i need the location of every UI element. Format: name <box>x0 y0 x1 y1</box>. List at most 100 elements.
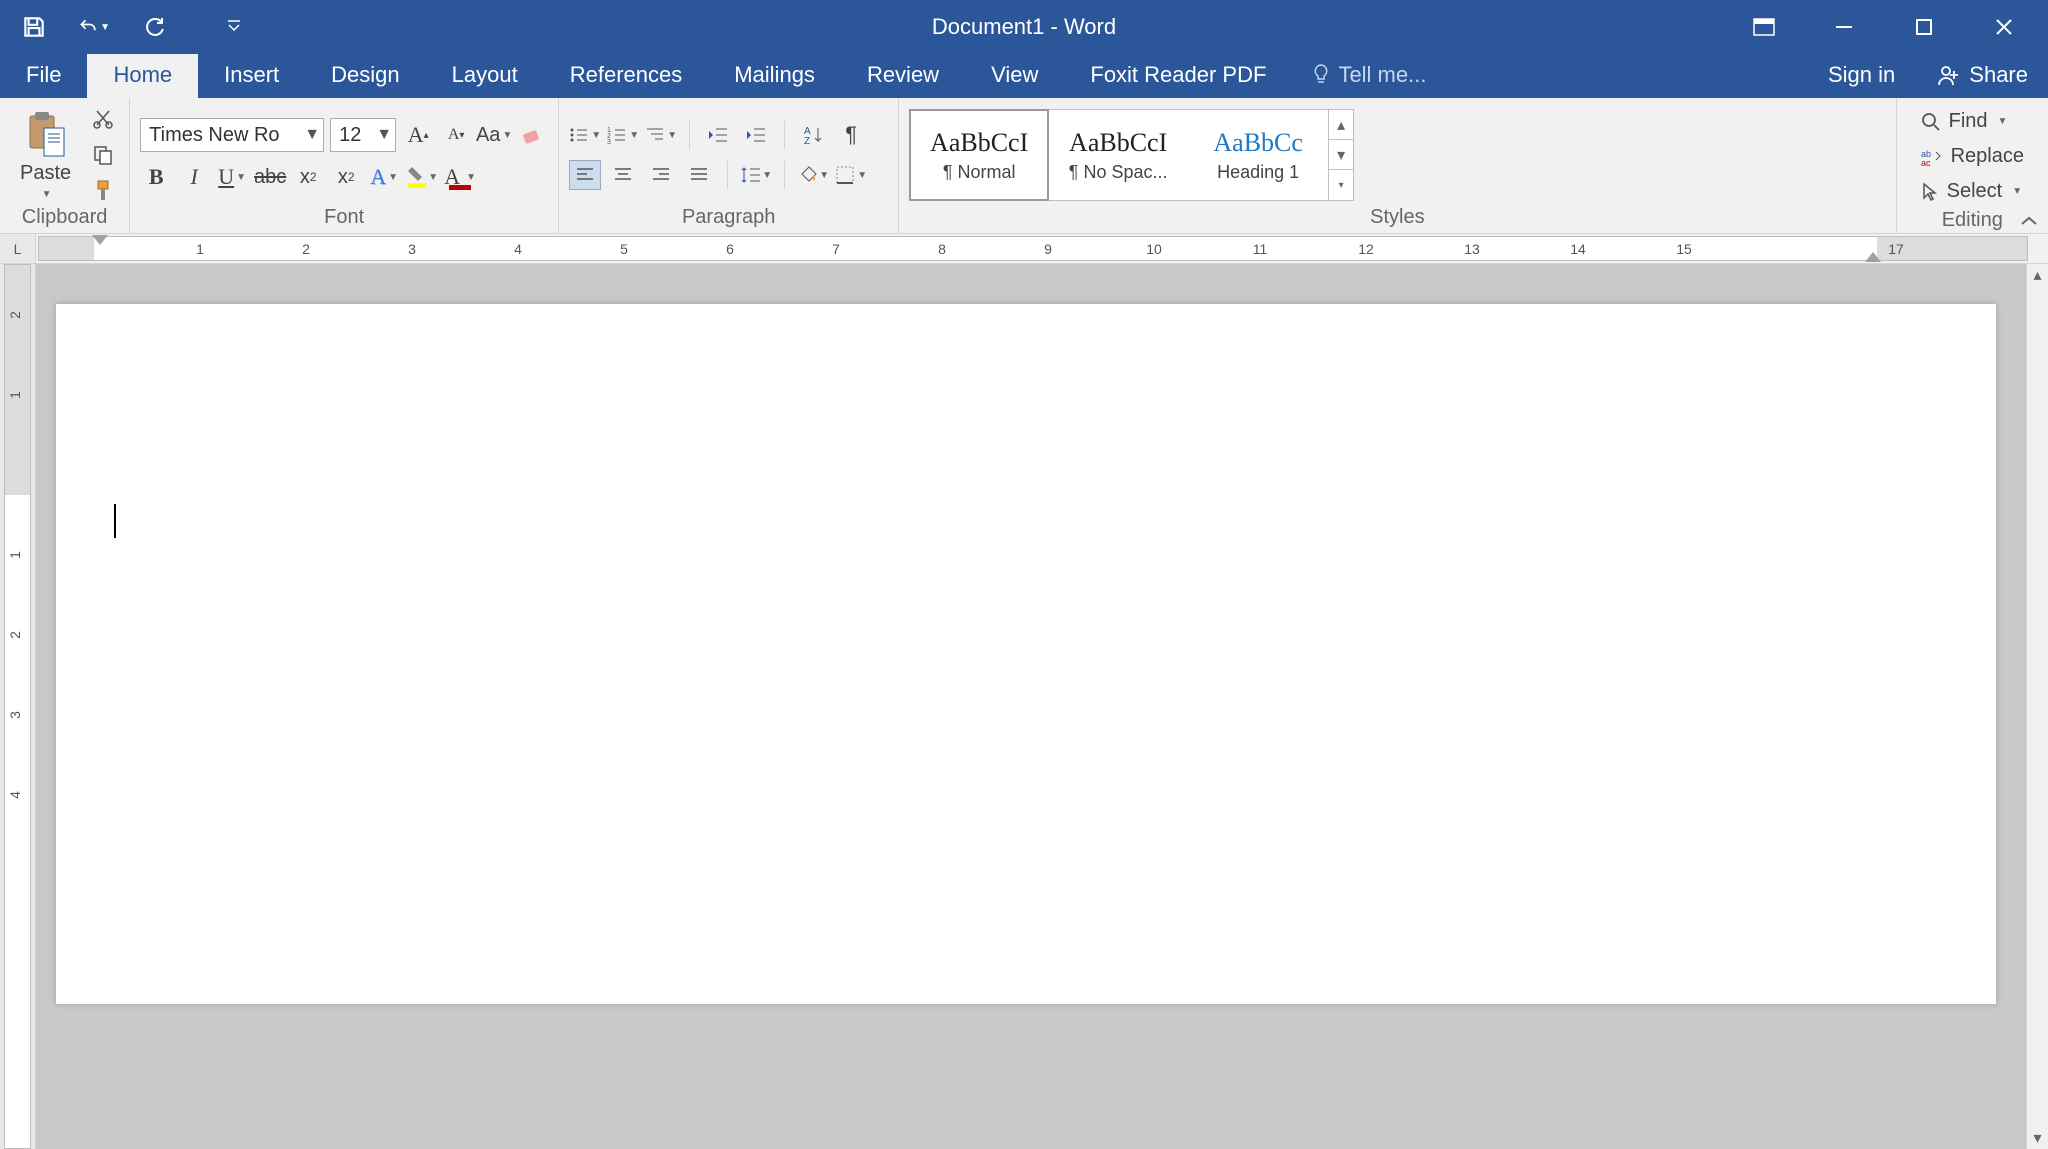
cursor-icon <box>1921 182 1939 202</box>
font-size-arrow[interactable]: ▼ <box>373 126 395 144</box>
change-case-button[interactable]: Aa▼ <box>478 120 510 150</box>
bullets-button[interactable]: ▼ <box>569 120 601 150</box>
bullets-icon <box>569 126 589 144</box>
font-size-combo[interactable]: ▼ <box>330 118 396 152</box>
scroll-up-button[interactable]: ▴ <box>2027 264 2048 286</box>
paste-button[interactable]: Paste ▼ <box>10 106 81 204</box>
find-label: Find <box>1949 110 1988 133</box>
subscript-button[interactable]: x2 <box>292 162 324 192</box>
color-bar-icon <box>449 185 471 191</box>
sort-button[interactable]: AZ <box>797 120 829 150</box>
style-heading-1[interactable]: AaBbCc Heading 1 <box>1188 110 1328 200</box>
styles-gallery: AaBbCcI ¶ Normal AaBbCcI ¶ No Spac... Aa… <box>909 109 1354 201</box>
text-effects-button[interactable]: A▼ <box>368 162 400 192</box>
outdent-icon <box>707 126 729 144</box>
shading-button[interactable]: ▼ <box>797 160 829 190</box>
minimize-button[interactable] <box>1828 11 1860 43</box>
sign-in-button[interactable]: Sign in <box>1806 52 1917 98</box>
horizontal-ruler[interactable]: 12345678910111213141517 <box>38 236 2028 261</box>
tab-mailings[interactable]: Mailings <box>708 52 841 98</box>
align-right-button[interactable] <box>645 160 677 190</box>
replace-button[interactable]: abac Replace <box>1915 143 2030 170</box>
save-button[interactable] <box>18 11 50 43</box>
font-name-arrow[interactable]: ▼ <box>301 126 323 144</box>
multilevel-icon <box>645 126 665 144</box>
tab-view[interactable]: View <box>965 52 1064 98</box>
vertical-scrollbar[interactable]: ▴ ▾ <box>2026 264 2048 1149</box>
tab-foxit[interactable]: Foxit Reader PDF <box>1064 52 1292 98</box>
first-line-indent-marker[interactable] <box>92 235 108 245</box>
tab-home[interactable]: Home <box>87 52 198 98</box>
tab-insert[interactable]: Insert <box>198 52 305 98</box>
decrease-indent-button[interactable] <box>702 120 734 150</box>
close-button[interactable] <box>1988 11 2020 43</box>
increase-indent-button[interactable] <box>740 120 772 150</box>
brush-icon <box>92 179 114 203</box>
font-name-input[interactable] <box>141 124 301 147</box>
show-marks-button[interactable]: ¶ <box>835 120 867 150</box>
paste-label: Paste <box>20 162 71 185</box>
qat-customize-button[interactable] <box>218 11 250 43</box>
font-size-input[interactable] <box>331 124 373 147</box>
font-name-combo[interactable]: ▼ <box>140 118 324 152</box>
select-button[interactable]: Select ▼ <box>1915 178 2030 205</box>
numbering-button[interactable]: 123▼ <box>607 120 639 150</box>
copy-button[interactable] <box>87 140 119 170</box>
underline-button[interactable]: U▼ <box>216 162 248 192</box>
scroll-down-button[interactable]: ▾ <box>2027 1127 2048 1149</box>
superscript-button[interactable]: x2 <box>330 162 362 192</box>
style-name: ¶ Normal <box>943 162 1016 183</box>
grow-font-button[interactable]: A▴ <box>402 120 434 150</box>
format-painter-button[interactable] <box>87 176 119 206</box>
document-page[interactable] <box>56 304 1996 1004</box>
tab-references[interactable]: References <box>544 52 709 98</box>
find-button[interactable]: Find ▼ <box>1915 108 2030 135</box>
maximize-button[interactable] <box>1908 11 1940 43</box>
style-name: Heading 1 <box>1217 162 1299 183</box>
style-no-spacing[interactable]: AaBbCcI ¶ No Spac... <box>1048 110 1188 200</box>
style-normal[interactable]: AaBbCcI ¶ Normal <box>909 109 1049 201</box>
horizontal-ruler-area: L 12345678910111213141517 <box>0 234 2048 264</box>
repeat-button[interactable] <box>138 11 170 43</box>
right-indent-marker[interactable] <box>1865 252 1881 262</box>
borders-button[interactable]: ▼ <box>835 160 867 190</box>
title-bar: ▼ Document1 - Word <box>0 0 2048 54</box>
cut-button[interactable] <box>87 104 119 134</box>
collapse-ribbon-button[interactable] <box>2020 215 2038 227</box>
replace-icon: abac <box>1921 148 1943 166</box>
borders-icon <box>835 165 855 185</box>
bold-button[interactable]: B <box>140 162 172 192</box>
align-center-button[interactable] <box>607 160 639 190</box>
tab-review[interactable]: Review <box>841 52 965 98</box>
document-area: 211234 ▴ ▾ <box>0 264 2048 1149</box>
group-label-font: Font <box>140 206 548 231</box>
tab-design[interactable]: Design <box>305 52 425 98</box>
gallery-scroll-up[interactable]: ▴ <box>1329 110 1353 140</box>
shrink-font-button[interactable]: A▾ <box>440 120 472 150</box>
document-scroll-viewport[interactable] <box>36 264 2026 1149</box>
tab-layout[interactable]: Layout <box>426 52 544 98</box>
clear-formatting-button[interactable] <box>516 120 548 150</box>
share-icon <box>1937 63 1961 87</box>
share-button[interactable]: Share <box>1917 52 2048 98</box>
vertical-ruler[interactable]: 211234 <box>0 264 36 1149</box>
font-color-button[interactable]: A▼ <box>444 162 476 192</box>
gallery-expand[interactable]: ▾ <box>1329 170 1353 200</box>
tab-selector[interactable]: L <box>0 234 36 263</box>
gallery-scroll-down[interactable]: ▾ <box>1329 140 1353 170</box>
undo-button[interactable]: ▼ <box>78 11 110 43</box>
multilevel-list-button[interactable]: ▼ <box>645 120 677 150</box>
italic-button[interactable]: I <box>178 162 210 192</box>
tell-me-search[interactable]: Tell me... <box>1292 52 1446 98</box>
svg-text:3: 3 <box>607 139 611 144</box>
close-icon <box>1994 17 2014 37</box>
align-left-button[interactable] <box>569 160 601 190</box>
minimize-icon <box>1834 17 1854 37</box>
strikethrough-button[interactable]: abc <box>254 162 286 192</box>
file-tab[interactable]: File <box>0 52 87 98</box>
line-spacing-button[interactable]: ▼ <box>740 160 772 190</box>
justify-button[interactable] <box>683 160 715 190</box>
highlight-button[interactable]: ▼ <box>406 162 438 192</box>
save-icon <box>21 14 47 40</box>
ribbon-display-button[interactable] <box>1748 11 1780 43</box>
